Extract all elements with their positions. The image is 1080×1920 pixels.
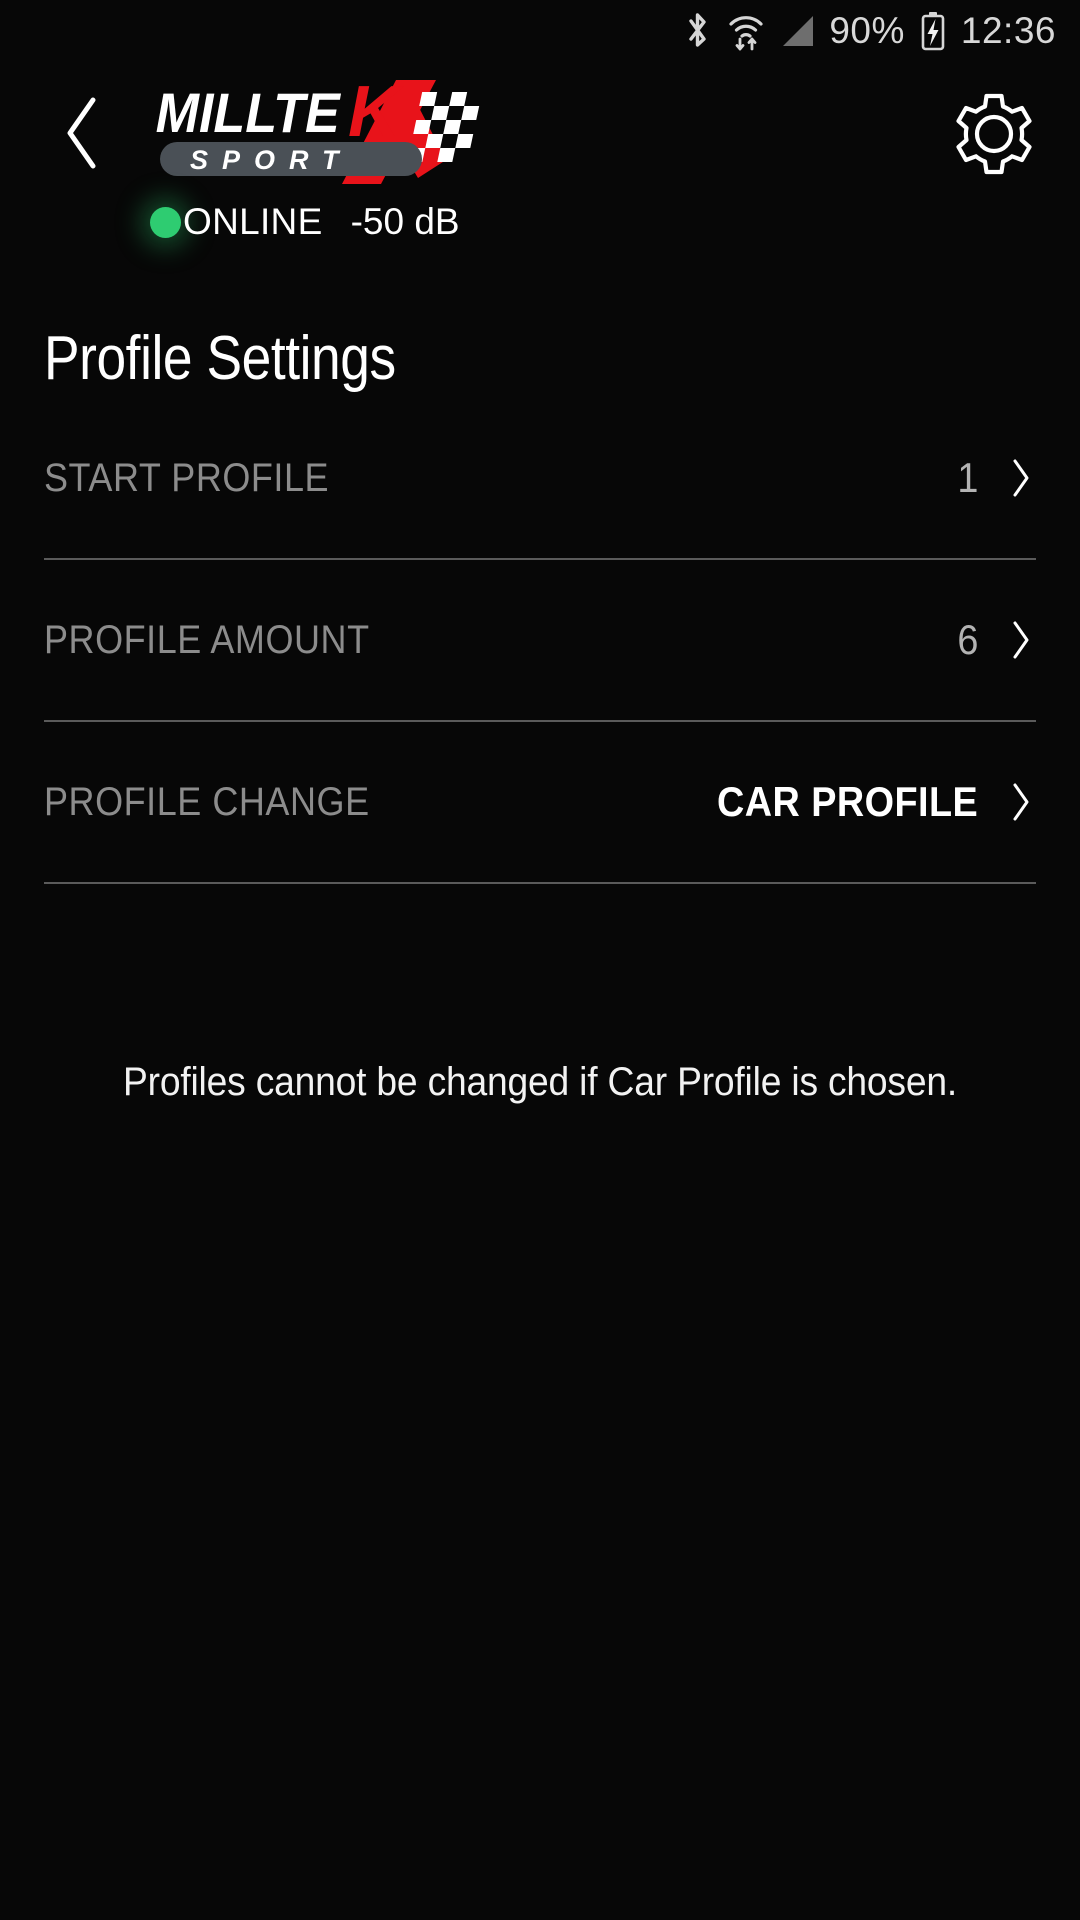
milltek-sport-logo: MILLTE K SPORT <box>150 74 520 194</box>
status-indicator-dot <box>150 206 181 238</box>
row-divider <box>44 882 1036 884</box>
row-value: CAR PROFILE <box>716 778 978 825</box>
clock-label: 12:36 <box>960 10 1056 51</box>
settings-list: START PROFILE 1 PROFILE AMOUNT 6 PROFILE… <box>0 398 1080 884</box>
row-label: PROFILE AMOUNT <box>44 617 370 662</box>
battery-charging-icon <box>919 9 947 53</box>
profile-change-note: Profiles cannot be changed if Car Profil… <box>122 1060 958 1104</box>
battery-percent-label: 90% <box>829 10 905 51</box>
chevron-right-icon <box>1008 780 1034 824</box>
connection-state-label: ONLINE <box>183 201 323 242</box>
settings-button[interactable] <box>948 90 1040 182</box>
logo-brand-accent: K <box>348 74 405 152</box>
connection-status: ONLINE -50 dB <box>150 196 460 248</box>
cell-signal-icon <box>779 14 815 48</box>
wifi-data-icon <box>727 9 765 53</box>
row-label: PROFILE CHANGE <box>44 779 370 824</box>
app-header: MILLTE K SPORT <box>0 62 1080 212</box>
app-screen: 90% 12:36 MILLTE K SPORT ONLINE -50 dB P… <box>0 0 1080 1920</box>
row-value: 6 <box>956 616 978 663</box>
chevron-right-icon <box>1008 618 1034 662</box>
logo-brand-main: MILLTE <box>156 82 342 144</box>
page-title: Profile Settings <box>44 324 396 393</box>
gear-icon <box>950 90 1038 183</box>
settings-row-start-profile[interactable]: START PROFILE 1 <box>0 398 1080 558</box>
row-label: START PROFILE <box>44 455 330 500</box>
row-value: 1 <box>956 454 978 501</box>
back-chevron-icon <box>60 94 106 177</box>
status-bar: 90% 12:36 <box>0 0 1080 62</box>
settings-row-profile-change[interactable]: PROFILE CHANGE CAR PROFILE <box>0 722 1080 882</box>
chevron-right-icon <box>1008 456 1034 500</box>
back-button[interactable] <box>46 90 120 180</box>
signal-level-label: -50 dB <box>350 201 460 242</box>
settings-row-profile-amount[interactable]: PROFILE AMOUNT 6 <box>0 560 1080 720</box>
logo-brand-sub: SPORT <box>190 145 353 175</box>
bluetooth-icon <box>683 10 713 52</box>
